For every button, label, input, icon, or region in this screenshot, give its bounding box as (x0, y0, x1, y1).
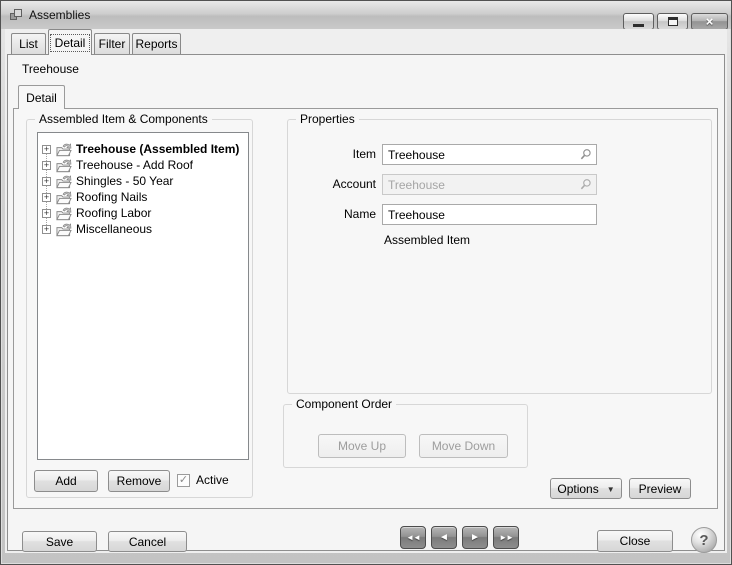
tab-filter[interactable]: Filter (94, 33, 130, 54)
tree-item[interactable]: + Treehouse (Assembled Item) (38, 141, 248, 157)
assembly-item-icon (56, 190, 72, 204)
nav-first-button[interactable]: ◄◄ (400, 526, 426, 549)
titlebar: Assemblies × (1, 1, 731, 30)
assembly-item-icon (56, 222, 72, 236)
first-record-icon: ◄◄ (406, 533, 421, 542)
preview-button[interactable]: Preview (629, 478, 691, 499)
tree-item-label: Treehouse (Assembled Item) (76, 142, 240, 156)
tree-item-label: Miscellaneous (76, 222, 153, 236)
account-lookup-icon (580, 179, 591, 190)
tree-item[interactable]: + Roofing Nails (38, 189, 248, 205)
assembly-item-icon (56, 142, 72, 156)
move-up-button[interactable]: Move Up (318, 434, 406, 458)
account-label: Account (332, 177, 376, 191)
properties-group-title: Properties (296, 112, 359, 126)
tree-item-label: Roofing Labor (76, 206, 152, 220)
tree-item[interactable]: + Miscellaneous (38, 221, 248, 237)
help-icon: ? (699, 531, 709, 549)
tree-item[interactable]: + Treehouse - Add Roof (38, 157, 248, 173)
assembly-item-icon (56, 158, 72, 172)
tree-item-label: Roofing Nails (76, 190, 148, 204)
check-icon: ✓ (178, 474, 189, 486)
maximize-button[interactable] (657, 13, 688, 30)
tab-list[interactable]: List (11, 33, 46, 54)
help-button[interactable]: ? (691, 527, 717, 553)
close-icon: × (705, 14, 714, 29)
expand-icon[interactable]: + (42, 160, 51, 170)
name-label: Name (343, 207, 376, 221)
tab-reports[interactable]: Reports (132, 33, 181, 54)
tree-item-label: Shingles - 50 Year (76, 174, 174, 188)
tree-item[interactable]: + Roofing Labor (38, 205, 248, 221)
remove-button[interactable]: Remove (108, 470, 170, 492)
expand-icon[interactable]: + (42, 224, 51, 234)
expand-icon[interactable]: + (42, 208, 51, 218)
cancel-button[interactable]: Cancel (108, 531, 187, 552)
detail-tab-page: Treehouse Detail Assembled Item & Compon… (7, 54, 725, 553)
close-button[interactable]: Close (597, 530, 673, 552)
item-lookup-icon[interactable] (578, 147, 593, 162)
move-down-button[interactable]: Move Down (419, 434, 508, 458)
tab-detail[interactable]: Detail (48, 29, 92, 55)
chevron-down-icon: ▼ (606, 484, 615, 494)
nav-next-button[interactable]: ► (462, 526, 488, 549)
minimize-button[interactable] (623, 13, 654, 30)
next-record-icon: ► (470, 532, 480, 543)
component-order-groupbox: Component Order Move Up Move Down (283, 397, 528, 468)
active-checkbox[interactable]: ✓ (177, 474, 190, 487)
minimize-icon (633, 23, 644, 27)
tree-item[interactable]: + Shingles - 50 Year (38, 173, 248, 189)
client-area: List Detail Filter Reports Treehouse Det… (5, 29, 727, 553)
window-title: Assemblies (29, 8, 91, 22)
previous-record-icon: ◄ (439, 532, 449, 543)
add-button[interactable]: Add (34, 470, 98, 492)
close-window-button[interactable]: × (691, 13, 728, 30)
options-button[interactable]: Options ▼ (550, 478, 622, 499)
assembly-item-icon (56, 206, 72, 220)
expand-icon[interactable]: + (42, 144, 51, 154)
item-label: Item (352, 147, 376, 161)
window-icon (10, 8, 23, 22)
nav-previous-button[interactable]: ◄ (431, 526, 457, 549)
record-title: Treehouse (22, 62, 79, 76)
account-field (382, 174, 597, 195)
expand-icon[interactable]: + (42, 176, 51, 186)
assembly-group-title: Assembled Item & Components (35, 112, 212, 126)
item-type-text: Assembled Item (384, 233, 471, 247)
assembly-groupbox: Assembled Item & Components + Treehouse … (26, 112, 253, 498)
nav-last-button[interactable]: ►► (493, 526, 519, 549)
assembly-item-icon (56, 174, 72, 188)
detail-inner-panel: Assembled Item & Components + Treehouse … (13, 108, 718, 509)
inner-tab-detail[interactable]: Detail (18, 85, 65, 109)
save-button[interactable]: Save (22, 531, 97, 552)
tree-item-label: Treehouse - Add Roof (76, 158, 193, 172)
maximize-icon (667, 17, 678, 26)
assemblies-window: Assemblies × List Detail Filter Reports … (0, 0, 732, 565)
name-field[interactable] (382, 204, 597, 225)
properties-groupbox: Properties Item Account (287, 112, 712, 394)
component-tree[interactable]: + Treehouse (Assembled Item) + Treehouse… (37, 132, 249, 460)
active-checkbox-label: Active (196, 473, 229, 487)
last-record-icon: ►► (499, 533, 514, 542)
expand-icon[interactable]: + (42, 192, 51, 202)
component-order-title: Component Order (292, 397, 397, 411)
item-field[interactable] (382, 144, 597, 165)
